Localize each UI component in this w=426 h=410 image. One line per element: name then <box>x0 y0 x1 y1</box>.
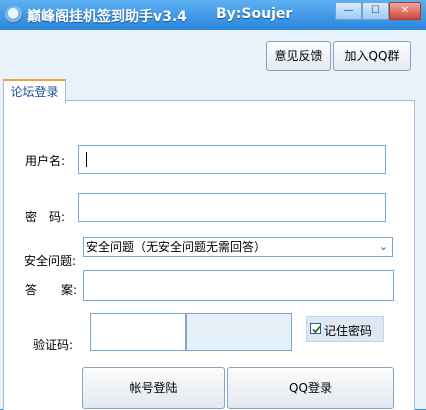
app-window: 巅峰阁挂机签到助手v3.4 By:Soujer — ☐ ✕ 意见反馈 加入QQ群… <box>0 0 426 410</box>
maximize-button[interactable]: ☐ <box>362 2 389 20</box>
minimize-button[interactable]: — <box>335 2 362 20</box>
close-button[interactable]: ✕ <box>389 2 421 20</box>
security-question-label: 安全问题: <box>24 254 77 268</box>
text-caret <box>86 152 87 167</box>
feedback-button[interactable]: 意见反馈 <box>266 41 331 71</box>
app-logo-icon <box>5 6 23 24</box>
window-author: By:Soujer <box>216 6 293 22</box>
captcha-input[interactable] <box>90 313 186 351</box>
captcha-label: 验证码: <box>33 338 74 352</box>
title-bar[interactable]: 巅峰阁挂机签到助手v3.4 By:Soujer — ☐ ✕ <box>0 0 426 30</box>
qq-login-button[interactable]: QQ登录 <box>227 367 394 409</box>
chevron-down-icon[interactable]: ⌄ <box>379 238 388 256</box>
account-login-button[interactable]: 帐号登陆 <box>82 367 225 409</box>
checkbox-checked-icon[interactable] <box>310 323 321 334</box>
answer-label: 答 案: <box>25 283 78 297</box>
answer-input[interactable] <box>83 270 394 301</box>
username-label: 用户名: <box>25 154 66 168</box>
remember-password-label: 记住密码 <box>324 324 373 338</box>
password-input[interactable] <box>78 193 386 222</box>
join-qq-group-button[interactable]: 加入QQ群 <box>333 41 411 71</box>
captcha-image[interactable] <box>186 313 292 351</box>
security-question-value: 安全问题（无安全问题无需回答） <box>86 240 267 254</box>
username-input[interactable] <box>78 145 386 174</box>
security-question-select[interactable]: 安全问题（无安全问题无需回答） ⌄ <box>83 237 393 257</box>
tab-forum-login[interactable]: 论坛登录 <box>3 79 66 103</box>
remember-password-checkbox[interactable]: 记住密码 <box>306 316 384 342</box>
password-label: 密 码: <box>25 210 66 224</box>
window-title: 巅峰阁挂机签到助手v3.4 <box>27 9 187 25</box>
